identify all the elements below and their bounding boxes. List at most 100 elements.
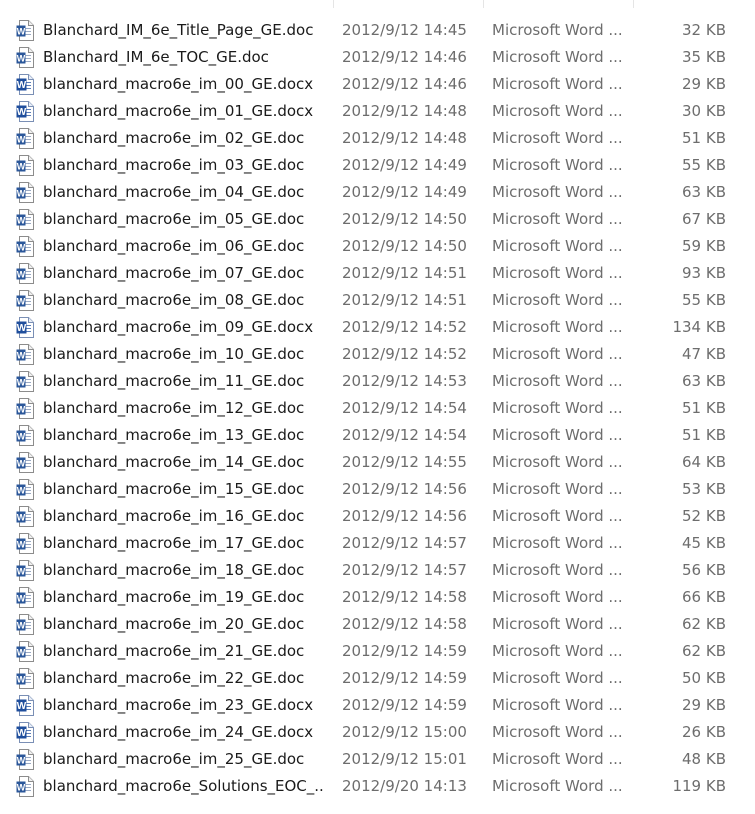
file-date-modified: 2012/9/12 14:54	[342, 399, 467, 417]
file-name: blanchard_macro6e_im_00_GE.docx	[43, 75, 314, 93]
file-row[interactable]: W blanchard_macro6e_im_20_GE.doc 2012/9/…	[0, 611, 755, 638]
file-name: blanchard_macro6e_im_17_GE.doc	[43, 534, 305, 552]
file-type: Microsoft Word ...	[492, 210, 623, 228]
file-name: blanchard_macro6e_im_07_GE.doc	[43, 264, 305, 282]
column-divider[interactable]	[633, 0, 634, 8]
file-row[interactable]: W blanchard_macro6e_im_14_GE.doc 2012/9/…	[0, 449, 755, 476]
file-row[interactable]: W blanchard_macro6e_im_11_GE.doc 2012/9/…	[0, 368, 755, 395]
file-row[interactable]: W Blanchard_IM_6e_Title_Page_GE.doc 2012…	[0, 17, 755, 44]
file-date-modified: 2012/9/12 14:50	[342, 237, 467, 255]
file-name: blanchard_macro6e_im_19_GE.doc	[43, 588, 305, 606]
file-name: blanchard_macro6e_im_08_GE.doc	[43, 291, 305, 309]
file-date-modified: 2012/9/12 15:00	[342, 723, 467, 741]
file-row[interactable]: W blanchard_macro6e_im_02_GE.doc 2012/9/…	[0, 125, 755, 152]
file-row[interactable]: W blanchard_macro6e_im_04_GE.doc 2012/9/…	[0, 179, 755, 206]
file-list: W Blanchard_IM_6e_Title_Page_GE.doc 2012…	[0, 17, 755, 800]
file-size: 48 KB	[682, 750, 726, 768]
file-type: Microsoft Word ...	[492, 21, 623, 39]
file-row[interactable]: W blanchard_macro6e_im_13_GE.doc 2012/9/…	[0, 422, 755, 449]
file-row[interactable]: W blanchard_macro6e_im_00_GE.docx 2012/9…	[0, 71, 755, 98]
word-doc-icon: W	[16, 398, 34, 419]
file-date-modified: 2012/9/12 14:46	[342, 75, 467, 93]
file-row[interactable]: W blanchard_macro6e_im_18_GE.doc 2012/9/…	[0, 557, 755, 584]
svg-text:W: W	[17, 594, 26, 604]
svg-text:W: W	[17, 675, 26, 685]
svg-text:W: W	[17, 243, 26, 253]
file-row[interactable]: W blanchard_macro6e_im_24_GE.docx 2012/9…	[0, 719, 755, 746]
svg-text:W: W	[17, 513, 26, 523]
file-row[interactable]: W blanchard_macro6e_im_25_GE.doc 2012/9/…	[0, 746, 755, 773]
file-name: blanchard_macro6e_im_23_GE.docx	[43, 696, 314, 714]
svg-text:W: W	[17, 189, 26, 199]
word-doc-icon: W	[16, 155, 34, 176]
file-size: 47 KB	[682, 345, 726, 363]
file-date-modified: 2012/9/12 14:59	[342, 642, 467, 660]
file-row[interactable]: W blanchard_macro6e_im_16_GE.doc 2012/9/…	[0, 503, 755, 530]
file-row[interactable]: W blanchard_macro6e_im_01_GE.docx 2012/9…	[0, 98, 755, 125]
file-name: blanchard_macro6e_im_16_GE.doc	[43, 507, 305, 525]
file-name: blanchard_macro6e_im_10_GE.doc	[43, 345, 305, 363]
file-name: blanchard_macro6e_im_22_GE.doc	[43, 669, 305, 687]
column-divider[interactable]	[333, 0, 334, 8]
file-row[interactable]: W blanchard_macro6e_im_07_GE.doc 2012/9/…	[0, 260, 755, 287]
word-doc-icon: W	[16, 182, 34, 203]
file-row[interactable]: W blanchard_macro6e_im_03_GE.doc 2012/9/…	[0, 152, 755, 179]
file-date-modified: 2012/9/12 14:56	[342, 480, 467, 498]
svg-text:W: W	[17, 297, 26, 307]
file-row[interactable]: W blanchard_macro6e_im_22_GE.doc 2012/9/…	[0, 665, 755, 692]
file-type: Microsoft Word ...	[492, 561, 623, 579]
file-row[interactable]: W blanchard_macro6e_im_23_GE.docx 2012/9…	[0, 692, 755, 719]
file-name: blanchard_macro6e_im_25_GE.doc	[43, 750, 305, 768]
file-row[interactable]: W blanchard_macro6e_Solutions_EOC_... 20…	[0, 773, 755, 800]
file-type: Microsoft Word ...	[492, 75, 623, 93]
file-name: blanchard_macro6e_Solutions_EOC_...	[43, 777, 325, 795]
file-size: 50 KB	[682, 669, 726, 687]
file-row[interactable]: W blanchard_macro6e_im_21_GE.doc 2012/9/…	[0, 638, 755, 665]
file-row[interactable]: W blanchard_macro6e_im_05_GE.doc 2012/9/…	[0, 206, 755, 233]
file-size: 52 KB	[682, 507, 726, 525]
file-row[interactable]: W blanchard_macro6e_im_08_GE.doc 2012/9/…	[0, 287, 755, 314]
file-row[interactable]: W blanchard_macro6e_im_06_GE.doc 2012/9/…	[0, 233, 755, 260]
file-type: Microsoft Word ...	[492, 750, 623, 768]
file-type: Microsoft Word ...	[492, 102, 623, 120]
file-row[interactable]: W blanchard_macro6e_im_10_GE.doc 2012/9/…	[0, 341, 755, 368]
file-type: Microsoft Word ...	[492, 183, 623, 201]
word-docx-icon: W	[16, 74, 34, 95]
word-doc-icon: W	[16, 776, 34, 797]
svg-text:W: W	[17, 567, 26, 577]
file-row[interactable]: W blanchard_macro6e_im_17_GE.doc 2012/9/…	[0, 530, 755, 557]
column-divider[interactable]	[483, 0, 484, 8]
file-type: Microsoft Word ...	[492, 723, 623, 741]
file-name: blanchard_macro6e_im_21_GE.doc	[43, 642, 305, 660]
svg-text:W: W	[17, 728, 27, 739]
file-date-modified: 2012/9/12 14:50	[342, 210, 467, 228]
word-doc-icon: W	[16, 533, 34, 554]
file-date-modified: 2012/9/12 14:49	[342, 156, 467, 174]
file-name: blanchard_macro6e_im_12_GE.doc	[43, 399, 305, 417]
file-date-modified: 2012/9/12 14:57	[342, 534, 467, 552]
file-row[interactable]: W Blanchard_IM_6e_TOC_GE.doc 2012/9/12 1…	[0, 44, 755, 71]
file-size: 30 KB	[682, 102, 726, 120]
file-size: 32 KB	[682, 21, 726, 39]
file-name: blanchard_macro6e_im_14_GE.doc	[43, 453, 305, 471]
word-docx-icon: W	[16, 722, 34, 743]
word-docx-icon: W	[16, 101, 34, 122]
file-date-modified: 2012/9/12 14:58	[342, 588, 467, 606]
word-doc-icon: W	[16, 749, 34, 770]
file-row[interactable]: W blanchard_macro6e_im_09_GE.docx 2012/9…	[0, 314, 755, 341]
file-date-modified: 2012/9/12 14:57	[342, 561, 467, 579]
file-size: 134 KB	[672, 318, 726, 336]
word-doc-icon: W	[16, 344, 34, 365]
file-date-modified: 2012/9/12 14:52	[342, 345, 467, 363]
file-name: blanchard_macro6e_im_13_GE.doc	[43, 426, 305, 444]
svg-text:W: W	[17, 540, 26, 550]
file-size: 45 KB	[682, 534, 726, 552]
file-type: Microsoft Word ...	[492, 426, 623, 444]
file-row[interactable]: W blanchard_macro6e_im_19_GE.doc 2012/9/…	[0, 584, 755, 611]
svg-text:W: W	[17, 27, 26, 37]
file-size: 55 KB	[682, 291, 726, 309]
file-row[interactable]: W blanchard_macro6e_im_15_GE.doc 2012/9/…	[0, 476, 755, 503]
file-date-modified: 2012/9/12 14:49	[342, 183, 467, 201]
file-row[interactable]: W blanchard_macro6e_im_12_GE.doc 2012/9/…	[0, 395, 755, 422]
svg-text:W: W	[17, 162, 26, 172]
